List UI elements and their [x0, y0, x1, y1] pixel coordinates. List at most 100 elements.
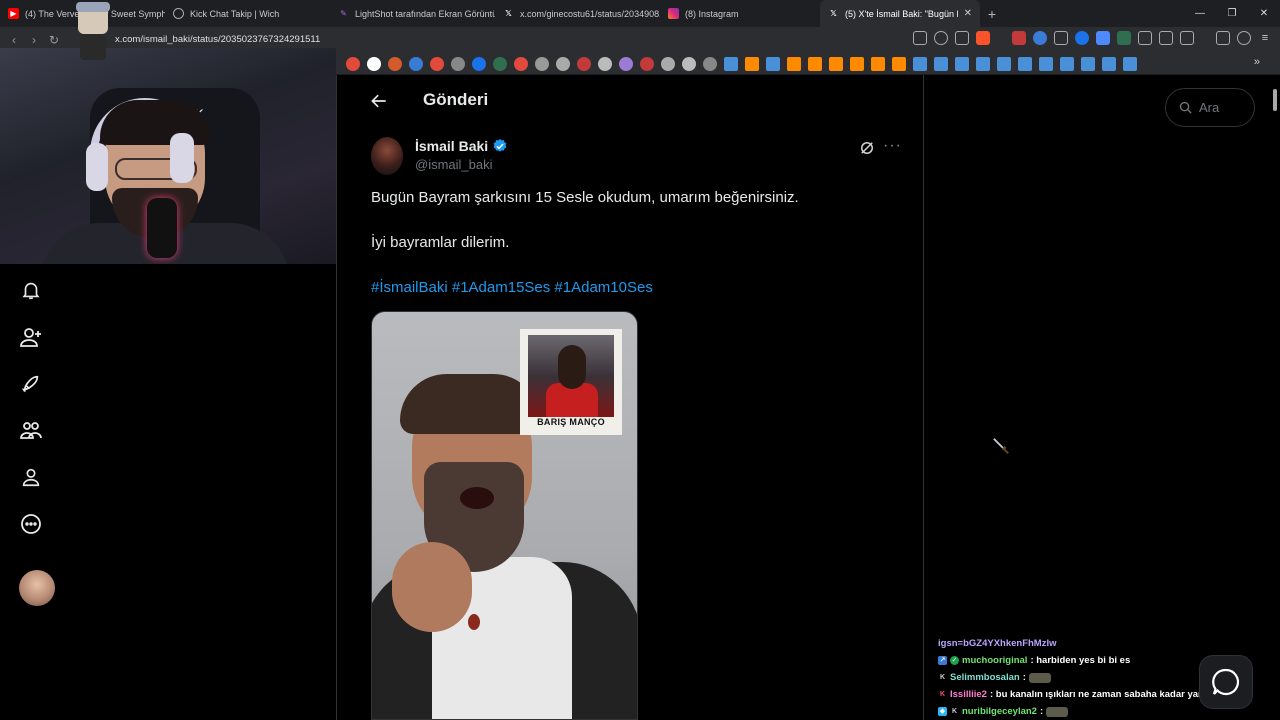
bookmark-icon[interactable] — [766, 57, 780, 71]
brave-shield-icon[interactable] — [976, 31, 990, 45]
bookmark-icon[interactable] — [808, 57, 822, 71]
scroll-thumb[interactable] — [1273, 89, 1277, 111]
toolbar-icons: ≡ — [913, 31, 1272, 45]
bookmark-icon[interactable] — [1081, 57, 1095, 71]
tab-kick-chat[interactable]: Kick Chat Takip | Wich — [165, 0, 330, 27]
nav-notifications[interactable] — [17, 276, 45, 304]
extension-icon[interactable] — [1075, 31, 1089, 45]
share-icon[interactable] — [955, 31, 969, 45]
page-scrollbar[interactable] — [1270, 75, 1280, 720]
bookmark-icon[interactable] — [619, 57, 633, 71]
tab-instagram[interactable]: (8) Instagram — [660, 0, 820, 27]
nav-more[interactable] — [17, 510, 45, 538]
bookmark-icon[interactable] — [430, 57, 444, 71]
bookmark-icon[interactable] — [493, 57, 507, 71]
bookmark-icon[interactable] — [346, 57, 360, 71]
bookmark-icon[interactable] — [367, 57, 381, 71]
chat-message: ◆ K nuribilgeceylan2 : — [938, 703, 1238, 720]
tab-x-ismail-baki[interactable]: 𝕏 (5) X'te İsmail Baki: "Bugün Bayram ✕ — [820, 0, 980, 27]
window-controls: — ❐ ✕ — [1184, 0, 1280, 27]
zoom-icon[interactable] — [934, 31, 948, 45]
bookmark-icon[interactable] — [997, 57, 1011, 71]
badge-icon: ✓ — [950, 656, 959, 665]
tab-x-ginecostu[interactable]: 𝕏 x.com/ginecostu61/status/20349081 — [495, 0, 660, 27]
extension-icon[interactable] — [1138, 31, 1152, 45]
search-placeholder: Ara — [1199, 100, 1220, 115]
bookmark-icon[interactable] — [577, 57, 591, 71]
bookmark-icon[interactable] — [661, 57, 675, 71]
bookmark-icon[interactable] — [1018, 57, 1032, 71]
extension-icon[interactable] — [1033, 31, 1047, 45]
tab-title: Kick Chat Takip | Wich — [190, 8, 280, 19]
grok-icon[interactable] — [858, 139, 876, 157]
bookmark-icon[interactable] — [1123, 57, 1137, 71]
nav-rocket[interactable] — [17, 370, 45, 398]
post-header: Gönderi — [337, 75, 925, 127]
nav-follow[interactable] — [17, 323, 45, 351]
webcam-overlay: HAWK — [0, 48, 336, 264]
bookmark-icon[interactable] — [724, 57, 738, 71]
bookmark-icon[interactable] — [934, 57, 948, 71]
search-input[interactable]: Ara — [1165, 88, 1255, 127]
account-avatar[interactable] — [19, 570, 55, 606]
more-bookmarks-icon[interactable]: » — [1254, 56, 1260, 68]
menu-icon[interactable]: ≡ — [1258, 31, 1272, 45]
minimize-button[interactable]: — — [1184, 0, 1216, 27]
author-avatar[interactable] — [371, 137, 403, 175]
nav-communities[interactable] — [17, 416, 45, 444]
bookmark-icon[interactable] — [1060, 57, 1074, 71]
grok-chat-button[interactable] — [1199, 655, 1253, 709]
bookmark-icon[interactable] — [388, 57, 402, 71]
media-icon[interactable] — [1216, 31, 1230, 45]
bookmark-icon[interactable] — [703, 57, 717, 71]
bookmark-icon[interactable] — [913, 57, 927, 71]
extension-icon[interactable] — [1096, 31, 1110, 45]
author-name[interactable]: İsmail Baki — [415, 138, 508, 154]
puzzle-icon[interactable] — [1159, 31, 1173, 45]
bookmark-icon[interactable] — [955, 57, 969, 71]
bookmark-icon[interactable] — [514, 57, 528, 71]
emote-icon — [1028, 672, 1051, 683]
bookmark-icon[interactable] — [640, 57, 654, 71]
bookmark-icon[interactable] — [535, 57, 549, 71]
cast-icon[interactable] — [913, 31, 927, 45]
bookmark-icon[interactable] — [472, 57, 486, 71]
forward-nav-button[interactable]: › — [24, 33, 44, 47]
post-video[interactable]: BARIŞ MANÇO — [371, 311, 638, 720]
profile-icon[interactable] — [1237, 31, 1251, 45]
extension-icon[interactable] — [1054, 31, 1068, 45]
extension-icon[interactable] — [1117, 31, 1131, 45]
reload-button[interactable]: ↻ — [44, 33, 64, 47]
bookmark-icon[interactable] — [976, 57, 990, 71]
close-window-button[interactable]: ✕ — [1248, 0, 1280, 27]
bookmark-icon[interactable] — [598, 57, 612, 71]
bookmark-icon[interactable] — [556, 57, 570, 71]
bookmark-icon[interactable] — [1102, 57, 1116, 71]
tab-lightshot[interactable]: ✎ LightShot tarafından Ekran Görüntüsü — [330, 0, 495, 27]
kick-badge-icon: K — [939, 691, 946, 698]
bookmark-icon[interactable] — [745, 57, 759, 71]
sidebar-icon[interactable] — [1180, 31, 1194, 45]
bookmark-icon[interactable] — [829, 57, 843, 71]
video-person-hair — [400, 374, 540, 434]
close-tab-icon[interactable]: ✕ — [964, 8, 972, 19]
post-hashtags[interactable]: #İsmailBaki #1Adam15Ses #1Adam10Ses — [371, 279, 653, 296]
bookmark-icon[interactable] — [850, 57, 864, 71]
author-handle[interactable]: @ismail_baki — [415, 157, 493, 172]
url-field[interactable]: x.com/ismail_baki/status/203502376732429… — [115, 34, 320, 45]
bookmark-icon[interactable] — [871, 57, 885, 71]
bookmark-icon[interactable] — [787, 57, 801, 71]
back-nav-button[interactable]: ‹ — [4, 33, 24, 47]
bookmark-icon[interactable] — [1039, 57, 1053, 71]
bookmark-icon[interactable] — [682, 57, 696, 71]
bookmark-icon[interactable] — [451, 57, 465, 71]
bookmark-icon[interactable] — [409, 57, 423, 71]
back-arrow-icon[interactable] — [369, 91, 389, 111]
stream-chat: igsn=bGZ4YXhkenFhMzIw ↗ ✓ muchooriginal … — [938, 635, 1238, 720]
new-tab-button[interactable]: + — [980, 6, 1004, 22]
more-options-icon[interactable]: ··· — [883, 137, 902, 155]
extension-icon[interactable] — [1012, 31, 1026, 45]
nav-profile[interactable] — [17, 463, 45, 491]
maximize-button[interactable]: ❐ — [1216, 0, 1248, 27]
bookmark-icon[interactable] — [892, 57, 906, 71]
